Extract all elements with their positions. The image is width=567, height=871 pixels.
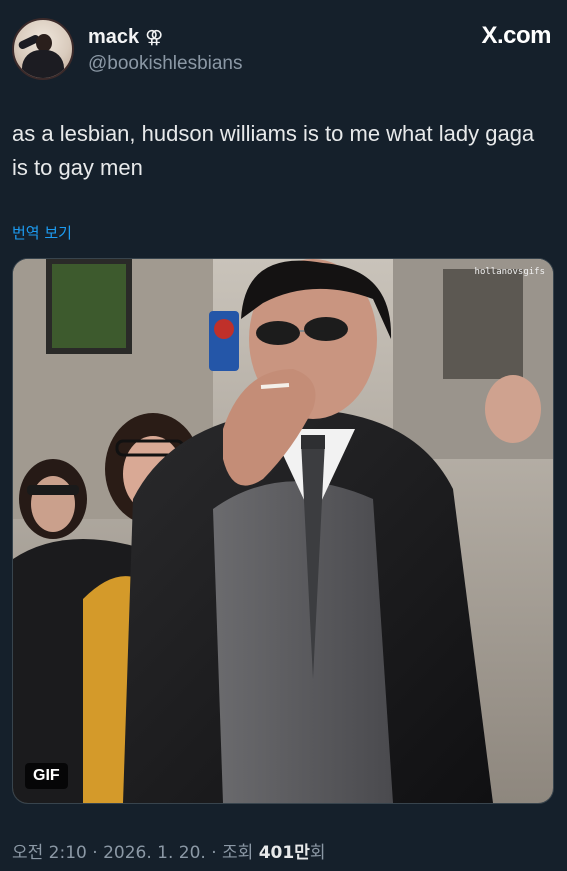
name-row: mack ⚢ <box>88 26 163 49</box>
lesbian-symbol-icon: ⚢ <box>145 27 164 48</box>
avatar-body <box>22 50 64 78</box>
display-name[interactable]: mack <box>88 26 139 49</box>
view-count-suffix: 회 <box>309 843 326 863</box>
gif-image <box>13 259 553 803</box>
user-handle[interactable]: @bookishlesbians <box>88 53 243 75</box>
avatar[interactable] <box>12 18 74 80</box>
translate-link[interactable]: 번역 보기 <box>12 222 72 243</box>
view-count: 401만 <box>258 843 310 863</box>
gif-badge[interactable]: GIF <box>25 763 68 789</box>
media-watermark: hollanovsgifs <box>474 267 545 277</box>
tweet-header: mack ⚢ @bookishlesbians <box>12 16 555 82</box>
x-logo[interactable]: X.com <box>481 22 551 50</box>
tweet-timestamp[interactable]: 오전 2:10 · 2026. 1. 20. · 조회 <box>12 843 253 863</box>
tweet-meta: 오전 2:10 · 2026. 1. 20. · 조회 401만회 <box>12 838 325 863</box>
tweet-media[interactable]: hollanovsgifs GIF <box>12 258 554 804</box>
tweet-text: as a lesbian, hudson williams is to me w… <box>12 121 535 180</box>
